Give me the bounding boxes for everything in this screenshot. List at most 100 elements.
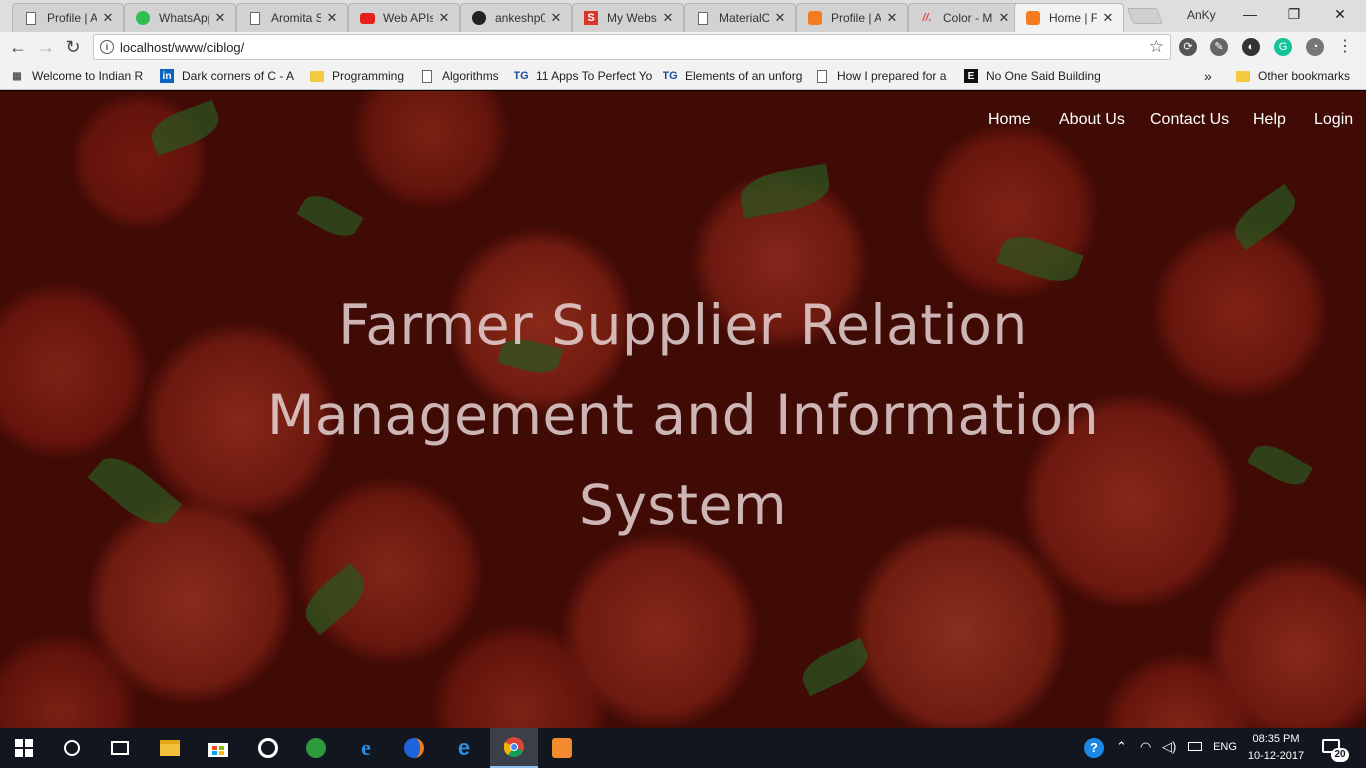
internet-explorer-icon[interactable]: e [342, 728, 390, 768]
grammarly-icon[interactable]: G [1274, 38, 1292, 56]
new-tab-button[interactable] [1127, 8, 1163, 24]
windows-start-icon[interactable] [0, 728, 48, 768]
groove-icon[interactable] [244, 728, 292, 768]
folder-icon [310, 69, 324, 83]
bookmark-folder[interactable]: Programming [310, 68, 410, 84]
page-icon [420, 69, 434, 83]
extension-sync-icon[interactable]: ⟳ [1179, 38, 1197, 56]
tray-expand-icon[interactable]: ⌃ [1116, 739, 1127, 755]
language-indicator[interactable]: ENG [1210, 741, 1240, 753]
bookmark-item[interactable]: TG 11 Apps To Perfect Yo [514, 68, 652, 84]
wifi-icon[interactable]: ◠ [1140, 739, 1151, 755]
s-icon: S [583, 10, 599, 26]
hero-title-line: Management and Information [266, 383, 1100, 447]
tab-title: MaterialC [719, 11, 769, 25]
bookmark-item[interactable]: Algorithms [420, 68, 504, 84]
cortana-icon[interactable] [48, 728, 96, 768]
bookmarks-overflow-button[interactable]: » [1204, 68, 1218, 84]
menu-icon[interactable]: ⋮ [1336, 38, 1354, 56]
android-studio-icon[interactable] [292, 728, 340, 768]
tab-close-icon[interactable]: ✕ [325, 10, 339, 26]
other-bookmarks-folder[interactable]: Other bookmarks [1236, 68, 1360, 84]
leaf-decoration [796, 637, 874, 697]
volume-icon[interactable]: ◁) [1162, 739, 1176, 755]
page-icon [815, 69, 829, 83]
forward-arrow-icon[interactable]: → [35, 36, 57, 58]
tab-strip: Profile | A ✕ WhatsApp ✕ Aromita S ✕ Web… [0, 0, 1366, 32]
url-text[interactable]: localhost/www/ciblog/ [120, 40, 244, 55]
tab-close-icon[interactable]: ✕ [661, 10, 675, 26]
tab-title: Color - M [943, 11, 993, 25]
tab-title: Profile | A [831, 11, 881, 25]
bookmark-item[interactable]: in Dark corners of C - A [160, 68, 298, 84]
bookmark-label: Algorithms [442, 69, 499, 83]
leaf-decoration [1247, 437, 1313, 493]
clock-date[interactable]: 10-12-2017 [1246, 750, 1306, 762]
github-icon [471, 10, 487, 26]
sublime-text-icon[interactable] [538, 728, 586, 768]
bookmark-label: Other bookmarks [1258, 69, 1351, 83]
bookmark-item[interactable]: E No One Said Building [964, 68, 1104, 84]
bookmark-label: Programming [332, 69, 405, 83]
chrome-icon[interactable] [490, 728, 538, 768]
tab-title: WhatsApp [159, 11, 209, 25]
browser-tab[interactable]: ankeshp0 ✕ [460, 3, 572, 32]
browser-tab[interactable]: Aromita S ✕ [236, 3, 348, 32]
browser-tab[interactable]: WhatsApp ✕ [124, 3, 236, 32]
firefox-icon[interactable] [390, 728, 438, 768]
extension-badge-icon[interactable]: ◐ [1242, 38, 1260, 56]
nav-login-link[interactable]: Login [1314, 111, 1353, 129]
back-arrow-icon[interactable]: ← [7, 36, 29, 58]
tab-close-icon[interactable]: ✕ [437, 10, 451, 26]
tab-close-icon[interactable]: ✕ [101, 10, 115, 26]
nav-home-link[interactable]: Home [988, 111, 1031, 129]
browser-tab-active[interactable]: Home | F ✕ [1014, 3, 1124, 32]
nav-about-link[interactable]: About Us [1059, 111, 1125, 129]
bookmark-star-icon[interactable]: ☆ [1149, 37, 1164, 57]
tab-close-icon[interactable]: ✕ [549, 10, 563, 26]
nav-help-link[interactable]: Help [1253, 111, 1286, 129]
battery-icon[interactable] [1188, 742, 1202, 751]
browser-tab[interactable]: //. Color - M ✕ [908, 3, 1020, 32]
close-window-button[interactable]: ✕ [1318, 2, 1362, 26]
browser-tab[interactable]: Profile | A ✕ [12, 3, 124, 32]
bookmark-item[interactable]: TG Elements of an unforg [663, 68, 803, 84]
minimize-button[interactable]: — [1228, 2, 1272, 26]
browser-tab[interactable]: Profile | A ✕ [796, 3, 908, 32]
browser-tab[interactable]: MaterialC ✕ [684, 3, 796, 32]
tab-title: ankeshp0 [495, 11, 545, 25]
bookmark-item[interactable]: How I prepared for a [815, 68, 951, 84]
hero-section: Home About Us Contact Us Help Login Farm… [0, 91, 1366, 728]
browser-tab[interactable]: Web APIs ✕ [348, 3, 460, 32]
tab-close-icon[interactable]: ✕ [773, 10, 787, 26]
clock-time[interactable]: 08:35 PM [1246, 733, 1306, 745]
linkedin-icon: in [160, 69, 174, 83]
bookmark-item[interactable]: ▦ Welcome to Indian R [10, 68, 150, 84]
maximize-button[interactable]: ❐ [1272, 2, 1316, 26]
help-icon[interactable]: ? [1084, 738, 1104, 758]
tg-icon: TG [663, 70, 678, 82]
bookmark-label: Elements of an unforg [685, 69, 803, 83]
whatsapp-icon [135, 10, 151, 26]
bookmark-label: Dark corners of C - A [182, 69, 295, 83]
tab-close-icon[interactable]: ✕ [213, 10, 227, 26]
tab-close-icon[interactable]: ✕ [997, 10, 1011, 26]
browser-tab[interactable]: S My Webs ✕ [572, 3, 684, 32]
reload-icon[interactable]: ↻ [62, 36, 84, 58]
tab-title: Web APIs [383, 11, 433, 25]
extension-icon[interactable]: ✎ [1210, 38, 1228, 56]
edge-icon[interactable]: e [440, 728, 488, 768]
file-explorer-icon[interactable] [146, 728, 194, 768]
tab-title: My Webs [607, 11, 657, 25]
site-info-icon[interactable]: i [100, 40, 114, 54]
profile-name[interactable]: AnKy [1187, 8, 1216, 22]
extension-speed-icon[interactable]: ◔ [1306, 38, 1324, 56]
task-view-icon[interactable] [96, 728, 144, 768]
bookmark-label: 11 Apps To Perfect Yo [536, 69, 652, 83]
address-bar[interactable]: i localhost/www/ciblog/ ☆ [93, 34, 1171, 60]
store-icon[interactable] [194, 728, 242, 768]
tab-close-icon[interactable]: ✕ [1101, 10, 1115, 26]
tab-close-icon[interactable]: ✕ [885, 10, 899, 26]
site-navbar: Home About Us Contact Us Help Login [0, 111, 1366, 135]
nav-contact-link[interactable]: Contact Us [1150, 111, 1229, 129]
